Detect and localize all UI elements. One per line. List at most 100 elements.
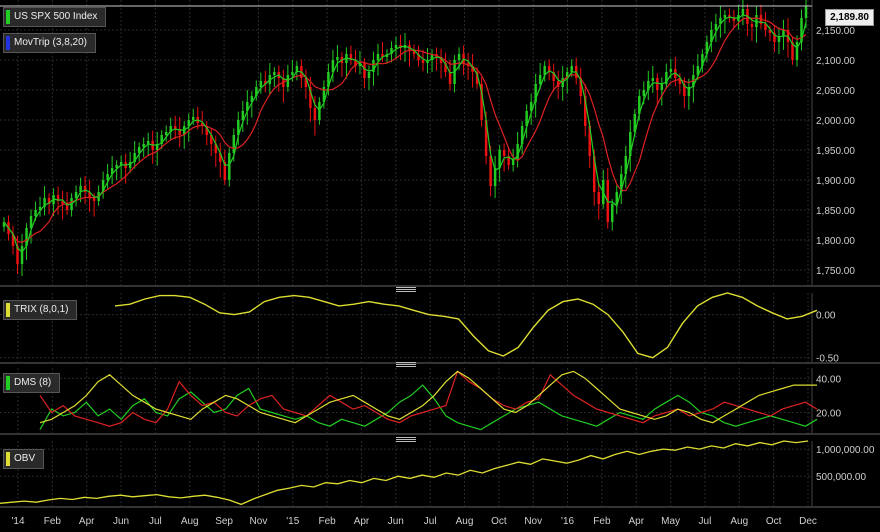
y-tick-label: 2,000.00 — [816, 116, 855, 127]
candle-body — [106, 174, 109, 180]
movtrip-swatch — [6, 36, 10, 50]
candle-body — [318, 102, 321, 120]
y-tick-label: 20.00 — [816, 408, 841, 419]
candle-body — [273, 72, 276, 75]
y-tick-label: 1,850.00 — [816, 206, 855, 217]
x-tick-label: Jul — [699, 516, 712, 527]
candle-body — [34, 210, 37, 216]
candle-body — [750, 24, 754, 27]
x-tick-label: Apr — [79, 516, 95, 527]
x-tick-label: Oct — [766, 516, 782, 527]
candle-body — [502, 150, 506, 156]
y-tick-label: 2,100.00 — [816, 56, 855, 67]
x-tick-label: Aug — [456, 516, 474, 527]
x-tick-label: Sep — [215, 516, 233, 527]
candle-body — [192, 117, 195, 120]
movtrip-legend[interactable]: MovTrip (3,8,20) — [3, 33, 96, 53]
candle-body — [291, 72, 294, 75]
dms-swatch — [6, 376, 10, 390]
price-series-label: US SPX 500 Index — [14, 11, 98, 22]
candle-body — [570, 66, 573, 72]
y-tick-label: 40.00 — [816, 374, 841, 385]
price-series-swatch — [6, 10, 10, 24]
candle-body — [20, 246, 24, 264]
trix-swatch — [6, 303, 10, 317]
candle-body — [376, 54, 380, 60]
x-tick-label: '15 — [286, 516, 299, 527]
candle-body — [741, 9, 745, 15]
x-tick-label: '14 — [11, 516, 24, 527]
candle-body — [394, 45, 398, 48]
trix-label: TRIX (8,0,1) — [14, 304, 69, 315]
candle-body — [489, 156, 492, 186]
panel-resize-handle-3[interactable] — [396, 437, 416, 442]
candle-body — [714, 24, 718, 30]
candle-body — [656, 78, 659, 90]
y-tick-label: 1,750.00 — [816, 266, 855, 277]
x-tick-label: Feb — [593, 516, 611, 527]
x-tick-label: Oct — [491, 516, 507, 527]
x-tick-label: Feb — [44, 516, 62, 527]
candle-body — [228, 153, 231, 180]
candle-body — [74, 192, 78, 198]
candle-body — [651, 78, 655, 81]
candle-body — [92, 198, 96, 201]
candle-body — [642, 90, 646, 96]
candle-body — [448, 72, 452, 84]
x-tick-label: Feb — [319, 516, 337, 527]
candle-body — [538, 75, 542, 84]
x-tick-label: Apr — [354, 516, 370, 527]
candle-body — [421, 60, 425, 63]
candle-body — [782, 30, 785, 36]
candle-body — [164, 132, 168, 135]
y-tick-label: 2,150.00 — [816, 26, 855, 37]
movtrip-label: MovTrip (3,8,20) — [14, 37, 87, 48]
y-tick-label: 1,800.00 — [816, 236, 855, 247]
candle-body — [83, 186, 87, 192]
panel-resize-handle-1[interactable] — [396, 287, 416, 292]
y-tick-label: 0.00 — [816, 311, 836, 322]
panel-bg-2 — [0, 368, 880, 433]
candle-body — [259, 81, 263, 87]
panel-bg-0 — [0, 0, 880, 285]
x-tick-label: Jun — [113, 516, 129, 527]
panel-resize-handle-2[interactable] — [396, 362, 416, 367]
obv-swatch — [6, 452, 10, 466]
dms-legend[interactable]: DMS (8) — [3, 373, 61, 393]
candle-body — [313, 108, 317, 120]
obv-label: OBV — [14, 453, 36, 464]
last-price-tag: 2,189.80 — [825, 9, 874, 26]
candle-body — [336, 57, 339, 60]
y-tick-label: 1,950.00 — [816, 146, 855, 157]
x-tick-label: Aug — [181, 516, 199, 527]
candle-body — [660, 84, 664, 90]
x-tick-label: Jul — [149, 516, 162, 527]
candle-body — [795, 42, 799, 60]
x-tick-label: Dec — [799, 516, 817, 527]
x-tick-label: Nov — [250, 516, 268, 527]
x-tick-label: '16 — [561, 516, 574, 527]
candle-body — [669, 69, 673, 72]
x-tick-label: Nov — [524, 516, 542, 527]
candle-body — [804, 6, 808, 18]
y-tick-label: 1,000,000.00 — [816, 445, 875, 456]
trix-legend[interactable]: TRIX (8,0,1) — [3, 300, 78, 320]
y-tick-label: 2,050.00 — [816, 86, 855, 97]
x-tick-label: Jul — [424, 516, 437, 527]
candle-body — [723, 15, 727, 18]
y-tick-label: -0.50 — [816, 354, 839, 365]
candle-body — [363, 63, 366, 78]
chart-canvas: '14 Feb Apr Jun Jul Aug Sep Nov '15 Feb Apr Jun Jul A… — [0, 0, 880, 527]
candle-body — [493, 168, 497, 186]
candle-body — [611, 204, 614, 222]
candle-body — [367, 72, 371, 78]
x-tick-label: Aug — [730, 516, 748, 527]
x-tick-label: Jun — [388, 516, 404, 527]
dms-label: DMS (8) — [14, 377, 52, 388]
price-series-legend[interactable]: US SPX 500 Index — [3, 7, 107, 27]
x-tick-label: Apr — [628, 516, 644, 527]
candle-body — [457, 54, 461, 60]
y-tick-label: 1,900.00 — [816, 176, 855, 187]
candle-body — [597, 192, 600, 204]
obv-legend[interactable]: OBV — [3, 449, 45, 469]
